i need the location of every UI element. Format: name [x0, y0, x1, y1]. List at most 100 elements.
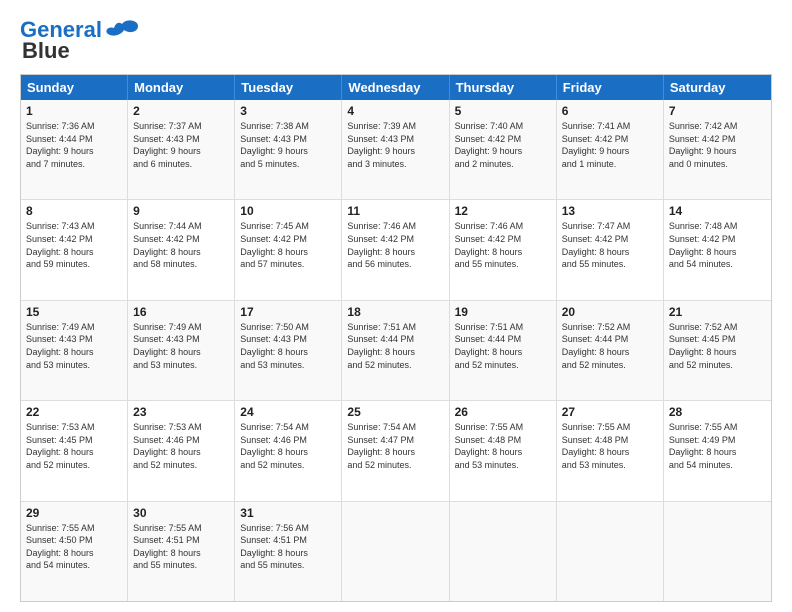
calendar-cell: 28 Sunrise: 7:55 AMSunset: 4:49 PMDayligh… — [664, 401, 771, 500]
cell-sun-info: Sunrise: 7:55 AMSunset: 4:48 PMDaylight:… — [455, 421, 551, 471]
cell-sun-info: Sunrise: 7:54 AMSunset: 4:47 PMDaylight:… — [347, 421, 443, 471]
cell-sun-info: Sunrise: 7:46 AMSunset: 4:42 PMDaylight:… — [347, 220, 443, 270]
calendar-header-cell: Wednesday — [342, 75, 449, 100]
calendar-cell — [664, 502, 771, 601]
logo: General Blue — [20, 16, 140, 64]
calendar-cell — [557, 502, 664, 601]
day-number: 14 — [669, 204, 766, 218]
calendar-cell: 25 Sunrise: 7:54 AMSunset: 4:47 PMDayligh… — [342, 401, 449, 500]
day-number: 31 — [240, 506, 336, 520]
calendar-header-cell: Tuesday — [235, 75, 342, 100]
calendar-header-cell: Sunday — [21, 75, 128, 100]
calendar-cell: 4 Sunrise: 7:39 AMSunset: 4:43 PMDaylight… — [342, 100, 449, 199]
day-number: 26 — [455, 405, 551, 419]
cell-sun-info: Sunrise: 7:54 AMSunset: 4:46 PMDaylight:… — [240, 421, 336, 471]
day-number: 1 — [26, 104, 122, 118]
day-number: 27 — [562, 405, 658, 419]
day-number: 23 — [133, 405, 229, 419]
calendar-cell: 24 Sunrise: 7:54 AMSunset: 4:46 PMDayligh… — [235, 401, 342, 500]
calendar-cell: 17Sunrise: 7:50 AMSunset: 4:43 PMDayligh… — [235, 301, 342, 400]
calendar-cell: 7 Sunrise: 7:42 AMSunset: 4:42 PMDaylight… — [664, 100, 771, 199]
calendar-cell — [342, 502, 449, 601]
day-number: 30 — [133, 506, 229, 520]
calendar-cell — [450, 502, 557, 601]
cell-sun-info: Sunrise: 7:51 AMSunset: 4:44 PMDaylight:… — [347, 321, 443, 371]
cell-sun-info: Sunrise: 7:38 AMSunset: 4:43 PMDaylight:… — [240, 120, 336, 170]
calendar-cell: 2 Sunrise: 7:37 AMSunset: 4:43 PMDaylight… — [128, 100, 235, 199]
day-number: 4 — [347, 104, 443, 118]
day-number: 22 — [26, 405, 122, 419]
cell-sun-info: Sunrise: 7:45 AMSunset: 4:42 PMDaylight:… — [240, 220, 336, 270]
day-number: 24 — [240, 405, 336, 419]
cell-sun-info: Sunrise: 7:52 AMSunset: 4:45 PMDaylight:… — [669, 321, 766, 371]
day-number: 17 — [240, 305, 336, 319]
cell-sun-info: Sunrise: 7:49 AMSunset: 4:43 PMDaylight:… — [133, 321, 229, 371]
cell-sun-info: Sunrise: 7:55 AMSunset: 4:49 PMDaylight:… — [669, 421, 766, 471]
calendar-cell: 5 Sunrise: 7:40 AMSunset: 4:42 PMDaylight… — [450, 100, 557, 199]
day-number: 20 — [562, 305, 658, 319]
cell-sun-info: Sunrise: 7:36 AMSunset: 4:44 PMDaylight:… — [26, 120, 122, 170]
calendar-cell: 13Sunrise: 7:47 AMSunset: 4:42 PMDayligh… — [557, 200, 664, 299]
day-number: 9 — [133, 204, 229, 218]
logo-bird-icon — [104, 16, 140, 44]
calendar-row: 8Sunrise: 7:43 AMSunset: 4:42 PMDaylight… — [21, 199, 771, 299]
cell-sun-info: Sunrise: 7:49 AMSunset: 4:43 PMDaylight:… — [26, 321, 122, 371]
day-number: 28 — [669, 405, 766, 419]
day-number: 16 — [133, 305, 229, 319]
logo-blue-text: Blue — [22, 38, 70, 64]
page: General Blue SundayMondayTuesdayWednesda… — [0, 0, 792, 612]
cell-sun-info: Sunrise: 7:53 AMSunset: 4:46 PMDaylight:… — [133, 421, 229, 471]
day-number: 12 — [455, 204, 551, 218]
calendar-cell: 9Sunrise: 7:44 AMSunset: 4:42 PMDaylight… — [128, 200, 235, 299]
cell-sun-info: Sunrise: 7:55 AMSunset: 4:51 PMDaylight:… — [133, 522, 229, 572]
calendar-header-cell: Monday — [128, 75, 235, 100]
calendar-header-cell: Thursday — [450, 75, 557, 100]
calendar-cell: 19Sunrise: 7:51 AMSunset: 4:44 PMDayligh… — [450, 301, 557, 400]
day-number: 19 — [455, 305, 551, 319]
cell-sun-info: Sunrise: 7:37 AMSunset: 4:43 PMDaylight:… — [133, 120, 229, 170]
calendar-header-cell: Friday — [557, 75, 664, 100]
cell-sun-info: Sunrise: 7:55 AMSunset: 4:48 PMDaylight:… — [562, 421, 658, 471]
calendar-header-cell: Saturday — [664, 75, 771, 100]
day-number: 29 — [26, 506, 122, 520]
cell-sun-info: Sunrise: 7:52 AMSunset: 4:44 PMDaylight:… — [562, 321, 658, 371]
calendar-cell: 26 Sunrise: 7:55 AMSunset: 4:48 PMDayligh… — [450, 401, 557, 500]
calendar-cell: 6 Sunrise: 7:41 AMSunset: 4:42 PMDaylight… — [557, 100, 664, 199]
day-number: 2 — [133, 104, 229, 118]
calendar-cell: 23 Sunrise: 7:53 AMSunset: 4:46 PMDayligh… — [128, 401, 235, 500]
calendar-cell: 21Sunrise: 7:52 AMSunset: 4:45 PMDayligh… — [664, 301, 771, 400]
day-number: 13 — [562, 204, 658, 218]
cell-sun-info: Sunrise: 7:41 AMSunset: 4:42 PMDaylight:… — [562, 120, 658, 170]
header: General Blue — [20, 16, 772, 64]
cell-sun-info: Sunrise: 7:48 AMSunset: 4:42 PMDaylight:… — [669, 220, 766, 270]
cell-sun-info: Sunrise: 7:56 AMSunset: 4:51 PMDaylight:… — [240, 522, 336, 572]
day-number: 25 — [347, 405, 443, 419]
day-number: 8 — [26, 204, 122, 218]
calendar-cell: 1 Sunrise: 7:36 AMSunset: 4:44 PMDaylight… — [21, 100, 128, 199]
calendar-cell: 15Sunrise: 7:49 AMSunset: 4:43 PMDayligh… — [21, 301, 128, 400]
calendar-cell: 20 Sunrise: 7:52 AMSunset: 4:44 PMDayligh… — [557, 301, 664, 400]
calendar-cell: 22 Sunrise: 7:53 AMSunset: 4:45 PMDayligh… — [21, 401, 128, 500]
calendar: SundayMondayTuesdayWednesdayThursdayFrid… — [20, 74, 772, 602]
calendar-row: 15Sunrise: 7:49 AMSunset: 4:43 PMDayligh… — [21, 300, 771, 400]
calendar-header: SundayMondayTuesdayWednesdayThursdayFrid… — [21, 75, 771, 100]
day-number: 10 — [240, 204, 336, 218]
cell-sun-info: Sunrise: 7:42 AMSunset: 4:42 PMDaylight:… — [669, 120, 766, 170]
calendar-row: 29 Sunrise: 7:55 AMSunset: 4:50 PMDayligh… — [21, 501, 771, 601]
cell-sun-info: Sunrise: 7:39 AMSunset: 4:43 PMDaylight:… — [347, 120, 443, 170]
day-number: 3 — [240, 104, 336, 118]
day-number: 18 — [347, 305, 443, 319]
cell-sun-info: Sunrise: 7:40 AMSunset: 4:42 PMDaylight:… — [455, 120, 551, 170]
day-number: 6 — [562, 104, 658, 118]
calendar-cell: 16 Sunrise: 7:49 AMSunset: 4:43 PMDayligh… — [128, 301, 235, 400]
day-number: 7 — [669, 104, 766, 118]
calendar-cell: 27 Sunrise: 7:55 AMSunset: 4:48 PMDayligh… — [557, 401, 664, 500]
cell-sun-info: Sunrise: 7:53 AMSunset: 4:45 PMDaylight:… — [26, 421, 122, 471]
calendar-cell: 18 Sunrise: 7:51 AMSunset: 4:44 PMDayligh… — [342, 301, 449, 400]
calendar-body: 1 Sunrise: 7:36 AMSunset: 4:44 PMDaylight… — [21, 100, 771, 601]
cell-sun-info: Sunrise: 7:55 AMSunset: 4:50 PMDaylight:… — [26, 522, 122, 572]
calendar-row: 22 Sunrise: 7:53 AMSunset: 4:45 PMDayligh… — [21, 400, 771, 500]
calendar-cell: 12Sunrise: 7:46 AMSunset: 4:42 PMDayligh… — [450, 200, 557, 299]
day-number: 5 — [455, 104, 551, 118]
calendar-cell: 31 Sunrise: 7:56 AMSunset: 4:51 PMDayligh… — [235, 502, 342, 601]
